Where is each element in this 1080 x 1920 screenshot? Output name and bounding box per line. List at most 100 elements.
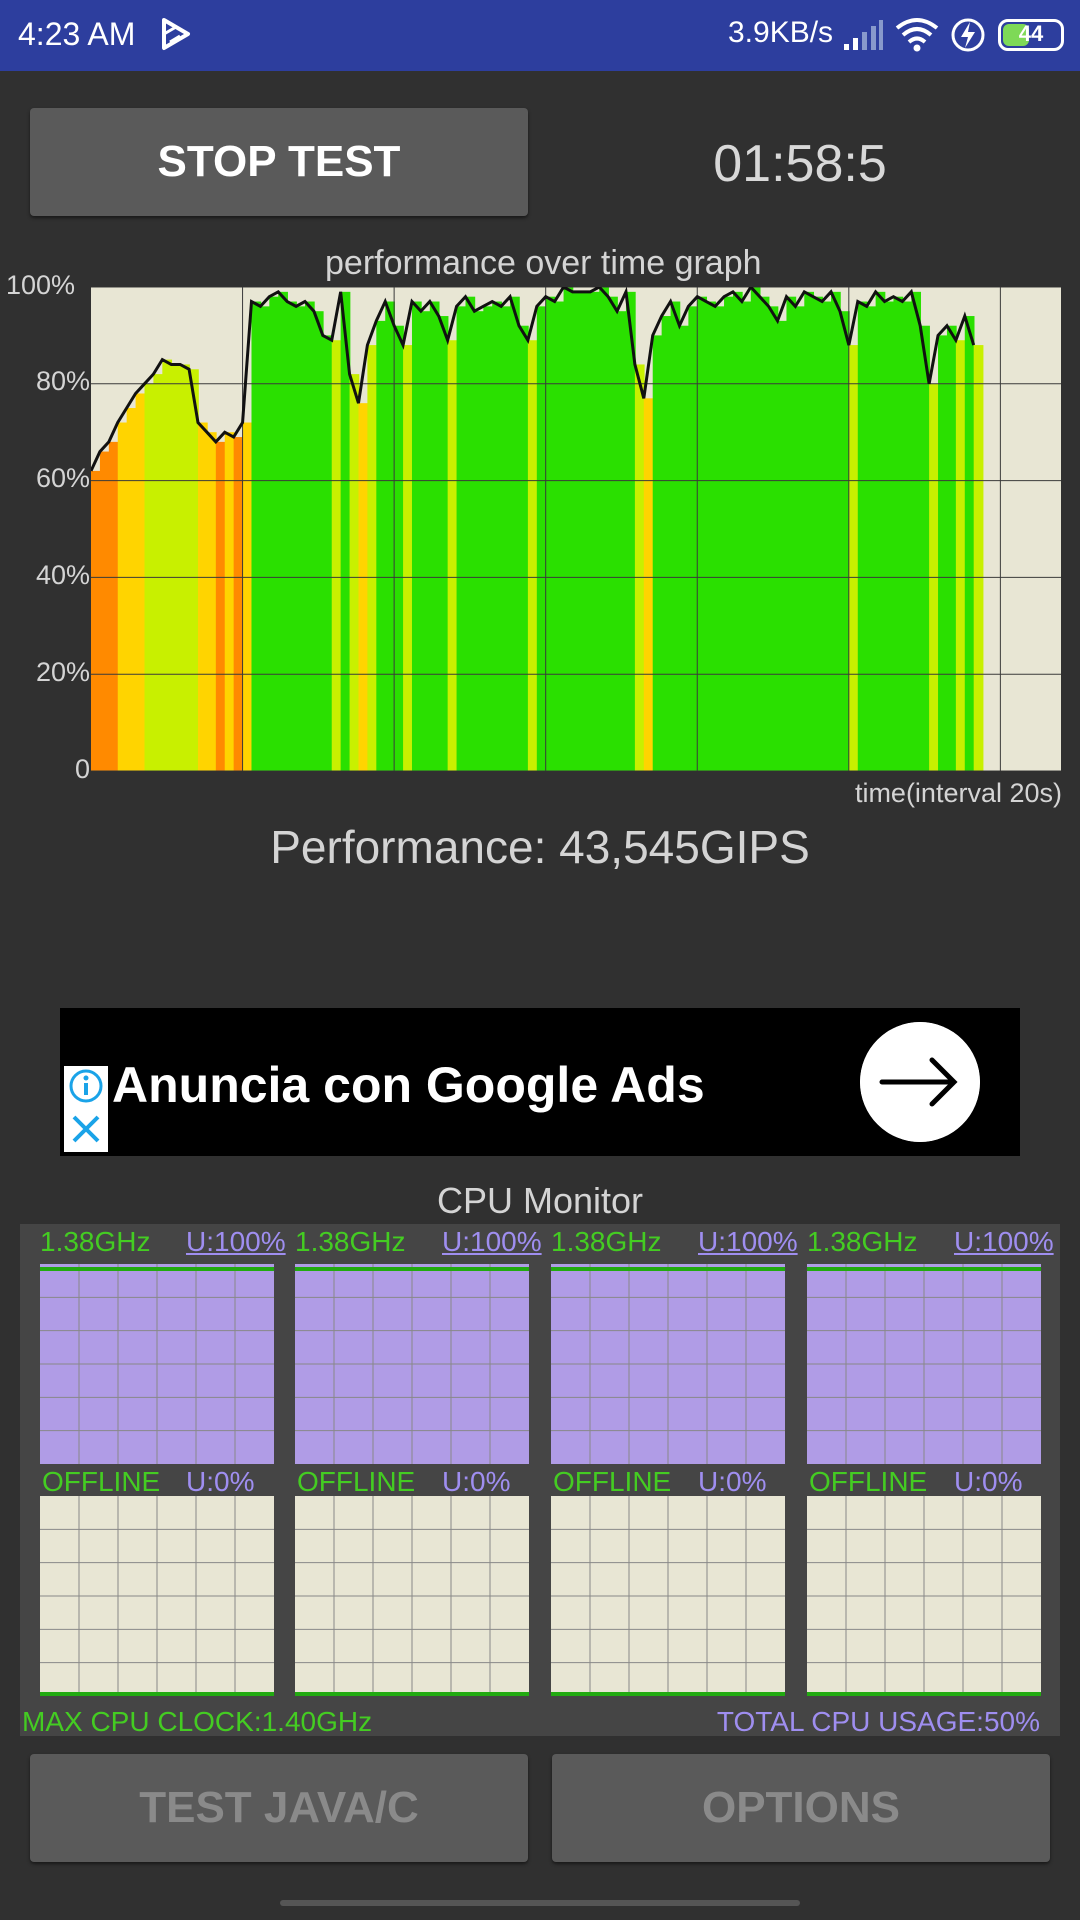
y-tick-label: 20%	[35, 657, 90, 687]
perf-strip	[955, 340, 966, 771]
play-icon	[162, 18, 190, 50]
perf-strip	[652, 335, 663, 771]
perf-strip	[394, 325, 404, 771]
stop-test-button[interactable]: STOP TEST	[30, 108, 528, 216]
test-timer: 01:58:5	[713, 135, 887, 193]
perf-strip	[224, 432, 235, 771]
perf-strip	[804, 291, 815, 771]
cpu-monitor-panel: 1.38GHz U:100% 1.38GHz U:100% 1.38GHz U:…	[20, 1224, 1060, 1736]
perf-strip	[215, 441, 226, 771]
perf-strip	[278, 291, 288, 771]
perf-strip	[269, 296, 280, 771]
perf-strip	[171, 364, 181, 771]
perf-strip	[376, 320, 387, 771]
core-clock: OFFLINE	[553, 1466, 672, 1497]
core-clock: OFFLINE	[809, 1466, 928, 1497]
perf-strip	[456, 306, 467, 771]
perf-strip	[411, 301, 422, 771]
perf-strip	[608, 296, 618, 771]
perf-strip	[572, 291, 583, 771]
perf-strip	[822, 301, 832, 771]
perf-strip	[590, 291, 601, 771]
core-graph	[807, 1496, 1041, 1696]
perf-strip	[296, 306, 306, 771]
total-cpu-usage: TOTAL CPU USAGE:50%	[716, 1706, 1040, 1737]
perf-strip	[545, 296, 556, 771]
perf-strip	[643, 398, 654, 771]
perf-strip	[403, 345, 413, 771]
perf-strip	[920, 325, 930, 771]
battery-percent: 44	[1018, 21, 1044, 46]
perf-strip	[474, 311, 485, 771]
performance-graph: 100% 80% 60% 40% 20% 0	[0, 270, 1080, 784]
perf-strip	[385, 301, 395, 771]
graph-title: performance over time graph	[325, 244, 762, 282]
core-clock: OFFLINE	[297, 1466, 416, 1497]
perf-strip	[688, 306, 699, 771]
perf-strip	[189, 369, 199, 771]
perf-strip	[510, 296, 520, 771]
y-tick-label: 60%	[35, 463, 90, 493]
options-button[interactable]: OPTIONS	[552, 1754, 1050, 1862]
perf-strip	[581, 291, 592, 771]
core-usage: U:0%	[954, 1466, 1023, 1497]
perf-strip	[946, 325, 957, 771]
perf-strip	[313, 311, 324, 771]
perf-strip	[358, 403, 369, 771]
perf-strip	[866, 306, 877, 771]
perf-strip	[884, 301, 895, 771]
perf-strip	[527, 340, 538, 771]
perf-strip	[206, 432, 217, 771]
perf-strip	[857, 301, 868, 771]
perf-strip	[349, 374, 360, 771]
y-tick-label: 100%	[5, 270, 75, 300]
y-tick-label: 80%	[35, 366, 90, 396]
ad-banner[interactable]: Anuncia con Google Ads	[60, 1008, 1020, 1156]
perf-strip	[768, 306, 779, 771]
perf-strip	[483, 306, 494, 771]
ad-text[interactable]: Anuncia con Google Ads	[112, 1056, 705, 1114]
cpu-monitor-title: CPU Monitor	[436, 1180, 644, 1221]
perf-strip	[563, 287, 574, 771]
core-usage: U:0%	[698, 1466, 767, 1497]
perf-strip	[732, 291, 743, 771]
info-icon[interactable]	[64, 1066, 108, 1106]
perf-strip	[304, 301, 315, 771]
max-cpu-clock: MAX CPU CLOCK:1.40GHz	[22, 1706, 373, 1737]
close-icon[interactable]	[64, 1106, 108, 1152]
perf-strip	[501, 306, 511, 771]
core-graph	[40, 1264, 274, 1464]
perf-strip	[117, 422, 128, 771]
core-graph-svg	[40, 1496, 274, 1696]
core-graph	[295, 1496, 529, 1696]
perf-strip	[287, 301, 297, 771]
perf-strip	[706, 301, 716, 771]
arrow-right-icon[interactable]	[860, 1022, 980, 1142]
perf-strip	[911, 291, 922, 771]
perf-strip	[554, 301, 565, 771]
home-indicator[interactable]	[280, 1900, 800, 1906]
core-graph	[807, 1264, 1041, 1464]
perf-strip	[848, 345, 859, 771]
perf-strip	[135, 393, 146, 771]
core-graph-svg	[551, 1496, 785, 1696]
y-tick-label: 0	[74, 754, 90, 784]
core-usage: U:100%	[954, 1226, 1054, 1257]
perf-strip	[724, 296, 734, 771]
perf-strip	[599, 287, 609, 771]
test-java-c-button[interactable]: TEST JAVA/C	[30, 1754, 528, 1862]
y-tick-label: 40%	[35, 560, 90, 590]
perf-strip	[839, 311, 850, 771]
status-time: 4:23 AM	[18, 16, 136, 52]
x-axis-label: time(interval 20s)	[854, 778, 1062, 808]
perf-strip	[251, 301, 262, 771]
core-graph-svg	[295, 1264, 529, 1464]
perf-strip	[777, 320, 788, 771]
perf-strip	[331, 340, 342, 771]
perf-strip	[322, 335, 333, 771]
perf-strip	[831, 291, 841, 771]
core-graph	[40, 1496, 274, 1696]
perf-strip	[795, 306, 806, 771]
perf-strip	[893, 296, 904, 771]
network-speed: 3.9KB/s	[728, 16, 834, 49]
